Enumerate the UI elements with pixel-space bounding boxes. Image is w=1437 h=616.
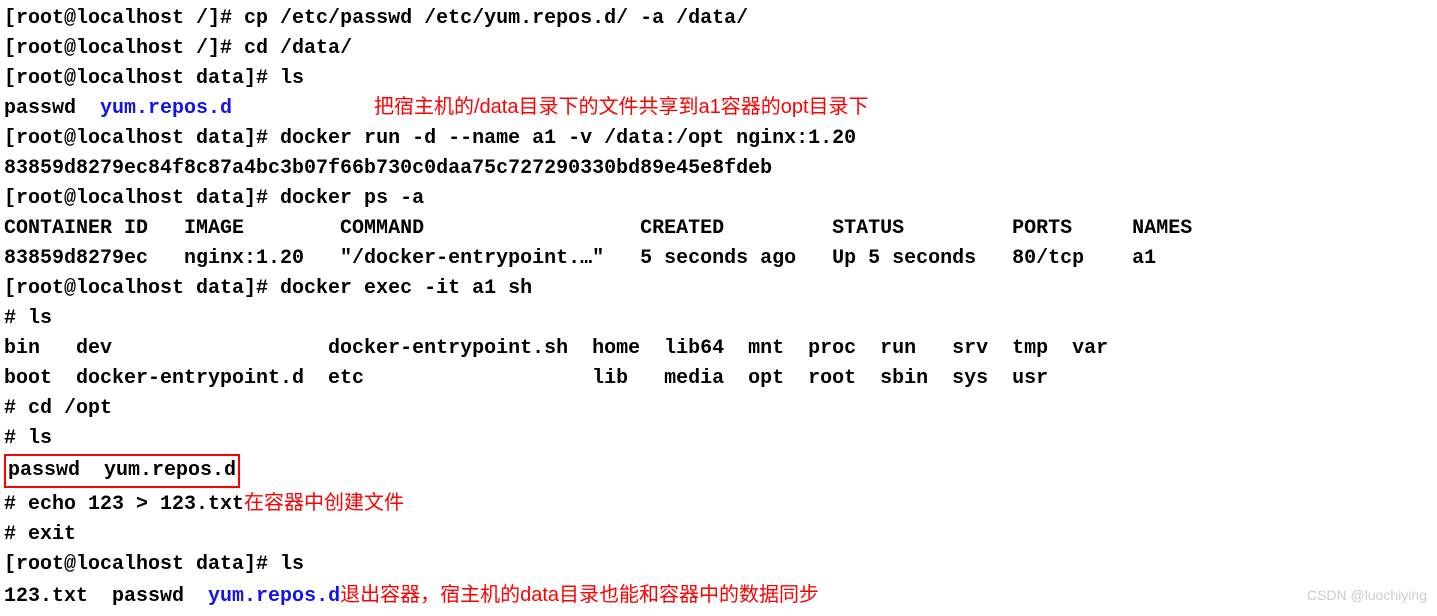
file: passwd <box>4 97 100 120</box>
terminal-line: [root@localhost data]# docker run -d --n… <box>4 124 1433 154</box>
command: docker ps -a <box>280 187 424 210</box>
prompt: [root@localhost data]# <box>4 277 280 300</box>
command: docker exec -it a1 sh <box>280 277 532 300</box>
container-shell-line: # ls <box>4 304 1433 334</box>
terminal-line: [root@localhost data]# ls <box>4 64 1433 94</box>
terminal-line-ls-output: passwd yum.repos.d 把宿主机的/data目录下的文件共享到a1容… <box>4 94 1433 124</box>
annotation-note: 把宿主机的/data目录下的文件共享到a1容器的opt目录下 <box>374 92 869 122</box>
command: # echo 123 > 123.txt <box>4 493 244 516</box>
container-shell-line: # ls <box>4 424 1433 454</box>
annotation-note: 退出容器，宿主机的data目录也能和容器中的数据同步 <box>340 584 819 606</box>
command: ls <box>280 553 304 576</box>
terminal-line: [root@localhost data]# docker exec -it a… <box>4 274 1433 304</box>
container-shell-line: # cd /opt <box>4 394 1433 424</box>
container-ls-output: boot docker-entrypoint.d etc lib media o… <box>4 364 1433 394</box>
annotation-note: 在容器中创建文件 <box>244 492 404 514</box>
container-ls-output: bin dev docker-entrypoint.sh home lib64 … <box>4 334 1433 364</box>
container-ls-output-boxed: passwd yum.repos.d <box>4 454 1433 488</box>
docker-ps-row: 83859d8279ec nginx:1.20 "/docker-entrypo… <box>4 244 1433 274</box>
terminal-line: [root@localhost data]# docker ps -a <box>4 184 1433 214</box>
terminal-line: [root@localhost data]# ls <box>4 550 1433 580</box>
container-shell-line: # echo 123 > 123.txt在容器中创建文件 <box>4 488 1433 520</box>
file: 123.txt passwd <box>4 585 208 608</box>
command: ls <box>280 67 304 90</box>
watermark: CSDN @luochiying <box>1307 585 1427 606</box>
prompt: [root@localhost /]# <box>4 37 244 60</box>
terminal-line-ls-output: 123.txt passwd yum.repos.d退出容器，宿主机的data目… <box>4 580 1433 612</box>
terminal-line: [root@localhost /]# cd /data/ <box>4 34 1433 64</box>
terminal-line: [root@localhost /]# cp /etc/passwd /etc/… <box>4 4 1433 34</box>
directory: yum.repos.d <box>100 97 232 120</box>
command: cd /data/ <box>244 37 352 60</box>
prompt: [root@localhost data]# <box>4 127 280 150</box>
command: docker run -d --name a1 -v /data:/opt ng… <box>280 127 856 150</box>
command: cp /etc/passwd /etc/yum.repos.d/ -a /dat… <box>244 7 748 30</box>
docker-ps-header: CONTAINER ID IMAGE COMMAND CREATED STATU… <box>4 214 1433 244</box>
prompt: [root@localhost data]# <box>4 67 280 90</box>
prompt: [root@localhost /]# <box>4 7 244 30</box>
highlight-box: passwd yum.repos.d <box>4 454 240 488</box>
terminal-output: 83859d8279ec84f8c87a4bc3b07f66b730c0daa7… <box>4 154 1433 184</box>
directory: yum.repos.d <box>208 585 340 608</box>
container-shell-line: # exit <box>4 520 1433 550</box>
prompt: [root@localhost data]# <box>4 553 280 576</box>
prompt: [root@localhost data]# <box>4 187 280 210</box>
